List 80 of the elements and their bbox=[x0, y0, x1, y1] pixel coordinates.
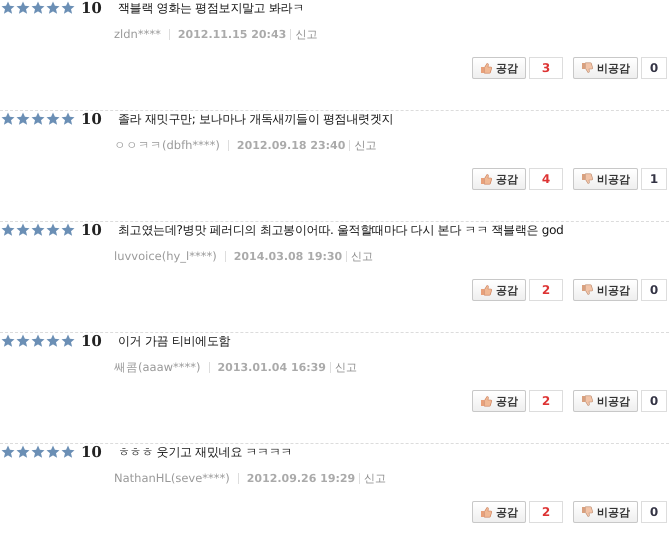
like-count: 2 bbox=[529, 279, 563, 301]
like-button[interactable]: 공감 bbox=[472, 390, 526, 412]
star-icon bbox=[61, 112, 75, 126]
dislike-button[interactable]: 비공감 bbox=[573, 279, 638, 301]
star-icon bbox=[16, 334, 30, 348]
report-link[interactable]: 신고 bbox=[295, 26, 318, 42]
star-icon bbox=[61, 223, 75, 237]
thumbs-down-icon bbox=[581, 62, 593, 74]
review-text: 잭블랙 영화는 평점보지말고 봐라ㅋ bbox=[118, 0, 304, 16]
dislike-count: 1 bbox=[641, 168, 667, 190]
like-button[interactable]: 공감 bbox=[472, 57, 526, 79]
star-icon bbox=[31, 223, 45, 237]
like-count: 2 bbox=[529, 501, 563, 523]
dislike-button[interactable]: 비공감 bbox=[573, 168, 638, 190]
review-text: ㅎㅎㅎ 웃기고 재밌네요 ㅋㅋㅋㅋ bbox=[118, 444, 292, 460]
like-count: 4 bbox=[529, 168, 563, 190]
review-text: 졸라 재밋구만; 보나마나 개독새끼들이 평점내렷겟지 bbox=[118, 110, 394, 128]
star-icon bbox=[16, 112, 30, 126]
star-icon bbox=[46, 112, 60, 126]
star-icon bbox=[1, 1, 15, 15]
rating-score: 10 bbox=[81, 0, 103, 17]
author-name: luvvoice(hy_l****) bbox=[114, 249, 217, 263]
star-icon bbox=[46, 1, 60, 15]
review-date: 2012.09.26 19:29 bbox=[246, 472, 356, 484]
star-icon bbox=[31, 334, 45, 348]
dislike-count: 0 bbox=[641, 279, 667, 301]
star-icon bbox=[1, 223, 15, 237]
report-link[interactable]: 신고 bbox=[354, 138, 376, 152]
star-icon bbox=[16, 223, 30, 237]
rating-score: 10 bbox=[81, 332, 103, 350]
star-icon bbox=[1, 334, 15, 348]
dislike-count: 0 bbox=[641, 501, 667, 523]
star-icon bbox=[46, 223, 60, 237]
review-date: 2013.01.04 16:39 bbox=[218, 360, 326, 374]
star-icon bbox=[46, 445, 60, 459]
thumbs-up-icon bbox=[480, 506, 492, 518]
star-icon bbox=[46, 334, 60, 348]
star-icon bbox=[61, 334, 75, 348]
author-name: 쌔콤(aaaw****) bbox=[114, 360, 201, 374]
thumbs-down-icon bbox=[581, 173, 593, 185]
dislike-button[interactable]: 비공감 bbox=[573, 57, 638, 79]
like-button[interactable]: 공감 bbox=[472, 279, 526, 301]
star-icon bbox=[31, 445, 45, 459]
like-count: 3 bbox=[529, 57, 563, 79]
report-link[interactable]: 신고 bbox=[364, 470, 386, 486]
report-link[interactable]: 신고 bbox=[334, 360, 357, 374]
dislike-button[interactable]: 비공감 bbox=[573, 501, 638, 523]
thumbs-down-icon bbox=[581, 395, 593, 407]
review-date: 2012.11.15 20:43 bbox=[178, 28, 286, 40]
like-count: 2 bbox=[529, 390, 563, 412]
thumbs-up-icon bbox=[480, 173, 492, 185]
review-date: 2014.03.08 19:30 bbox=[234, 250, 342, 262]
star-icon bbox=[31, 1, 45, 15]
star-icon bbox=[1, 445, 15, 459]
author-name: NathanHL(seve****) bbox=[114, 471, 230, 485]
author-name: ㅇㅇㅋㅋ(dbfh****) bbox=[114, 138, 220, 152]
thumbs-down-icon bbox=[581, 506, 593, 518]
rating-score: 10 bbox=[81, 110, 103, 128]
star-icon bbox=[31, 112, 45, 126]
like-button[interactable]: 공감 bbox=[472, 168, 526, 190]
star-icon bbox=[61, 445, 75, 459]
thumbs-down-icon bbox=[581, 284, 593, 296]
star-icon bbox=[16, 445, 30, 459]
star-icon bbox=[16, 1, 30, 15]
like-button[interactable]: 공감 bbox=[472, 501, 526, 523]
thumbs-up-icon bbox=[480, 62, 492, 74]
dislike-button[interactable]: 비공감 bbox=[573, 390, 638, 412]
star-icon bbox=[1, 112, 15, 126]
review-text: 최고였는데?병맛 페러디의 최고봉이어따. 울적할때마다 다시 본다 ㅋㅋ 잭블랙은 god bbox=[118, 222, 564, 238]
dislike-count: 0 bbox=[641, 390, 667, 412]
thumbs-up-icon bbox=[480, 284, 492, 296]
star-icon bbox=[61, 1, 75, 15]
report-link[interactable]: 신고 bbox=[351, 248, 374, 264]
dislike-count: 0 bbox=[641, 57, 667, 79]
rating-score: 10 bbox=[81, 443, 103, 461]
author-name: zldn**** bbox=[114, 27, 161, 41]
review-date: 2012.09.18 23:40 bbox=[236, 138, 346, 152]
review-text: 이거 가끔 티비에도함 bbox=[118, 332, 230, 350]
thumbs-up-icon bbox=[480, 395, 492, 407]
rating-score: 10 bbox=[81, 221, 103, 239]
